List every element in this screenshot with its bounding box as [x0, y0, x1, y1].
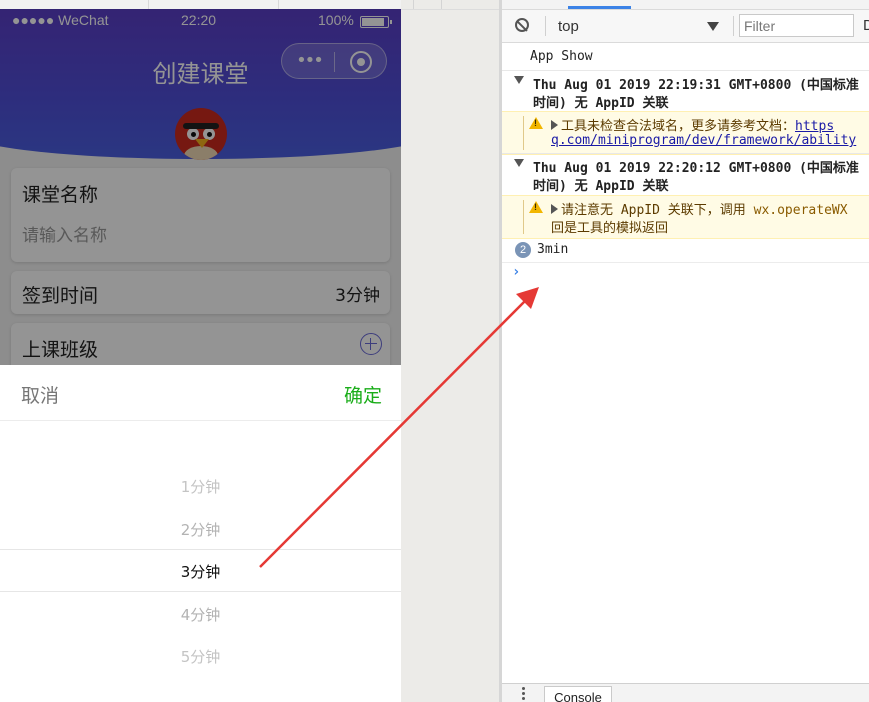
warning-message: 请注意无 AppID 关联下，调用 wx.operateWX 回是工具的模拟返回	[502, 195, 869, 239]
warning-text: 请注意无 AppID 关联下，调用	[561, 203, 754, 218]
drawer-tab-console[interactable]: Console	[544, 686, 612, 702]
drawer-bar: Console	[502, 683, 869, 702]
toolbar-divider	[733, 16, 734, 36]
strip-divider	[441, 0, 442, 9]
log-group-title: Thu Aug 01 2019 22:19:31 GMT+0800 (中国标准	[533, 78, 859, 93]
docs-link[interactable]: https	[795, 119, 834, 134]
strip-divider	[278, 0, 279, 9]
picker-cancel-button[interactable]: 取消	[21, 381, 59, 408]
group-indent-bar	[523, 200, 524, 234]
expand-arrow-icon[interactable]	[551, 204, 558, 214]
context-value: top	[558, 18, 579, 35]
group-indent-bar	[523, 116, 524, 150]
log-group[interactable]: Thu Aug 01 2019 22:19:31 GMT+0800 (中国标准 …	[502, 70, 869, 111]
clear-console-icon[interactable]	[515, 18, 529, 32]
collapse-triangle-icon[interactable]	[514, 76, 524, 84]
warning-icon	[529, 201, 543, 213]
warning-icon	[529, 117, 543, 129]
log-text: 3min	[537, 242, 569, 257]
menu-dot	[522, 697, 525, 700]
warning-message: 工具未检查合法域名，更多请参考文档：https q.com/miniprogra…	[502, 111, 869, 155]
simulator-top-strip	[0, 0, 401, 9]
warning-line: 请注意无 AppID 关联下，调用 wx.operateWX	[551, 199, 848, 218]
wechat-simulator: ●●●●● WeChat 22:20 100% 创建课堂 ••• 课堂名称 签到…	[0, 0, 401, 702]
filter-input[interactable]	[739, 14, 854, 37]
strip-divider	[413, 0, 414, 9]
menu-dot	[522, 687, 525, 690]
warning-line: 工具未检查合法域名，更多请参考文档：https	[551, 115, 834, 134]
picker-mask[interactable]	[0, 9, 401, 365]
log-group-title: Thu Aug 01 2019 22:20:12 GMT+0800 (中国标准	[533, 161, 859, 176]
log-group-title: 时间) 无 AppID 关联	[533, 96, 669, 111]
filter-level-button[interactable]: D	[863, 17, 869, 34]
picker-option[interactable]: 4分钟	[0, 604, 401, 625]
picker-confirm-button[interactable]: 确定	[344, 381, 382, 408]
devtools-panel: top D App Show Thu Aug 01 2019 22:19:31 …	[499, 0, 869, 702]
picker-option[interactable]: 2分钟	[0, 519, 401, 540]
picker-selection-line	[0, 549, 401, 550]
log-message: 2 3min	[502, 238, 869, 263]
strip-divider	[148, 0, 149, 9]
warning-code: wx.operateWX	[753, 203, 848, 218]
dropdown-arrow-icon	[707, 22, 719, 31]
expand-arrow-icon[interactable]	[551, 120, 558, 130]
menu-dot	[522, 692, 525, 695]
drawer-menu-icon[interactable]	[522, 687, 525, 701]
warning-text: 工具未检查合法域名，更多请参考文档：	[561, 119, 796, 134]
warning-text: 回是工具的模拟返回	[551, 221, 669, 236]
picker-option[interactable]: 1分钟	[0, 476, 401, 497]
log-group[interactable]: Thu Aug 01 2019 22:20:12 GMT+0800 (中国标准 …	[502, 153, 869, 194]
simulator-gutter	[401, 0, 499, 702]
log-message: App Show	[530, 49, 593, 64]
time-picker: 取消 确定 1分钟 2分钟 3分钟 4分钟 5分钟	[0, 365, 401, 702]
gutter-tab-strip	[401, 0, 499, 10]
picker-divider	[0, 420, 401, 421]
context-select[interactable]: top	[552, 13, 724, 39]
console-prompt-icon[interactable]: ›	[512, 264, 520, 280]
picker-option-selected[interactable]: 3分钟	[0, 561, 401, 582]
active-tab-indicator	[568, 6, 631, 9]
picker-selection-line	[0, 591, 401, 592]
repeat-count-badge: 2	[515, 242, 531, 258]
picker-option[interactable]: 5分钟	[0, 646, 401, 667]
toolbar-divider	[545, 16, 546, 36]
collapse-triangle-icon[interactable]	[514, 159, 524, 167]
docs-link[interactable]: q.com/miniprogram/dev/framework/ability	[551, 133, 856, 148]
console-toolbar: top D	[502, 10, 869, 43]
devtools-tab-strip	[502, 0, 869, 10]
log-group-title: 时间) 无 AppID 关联	[533, 179, 669, 194]
